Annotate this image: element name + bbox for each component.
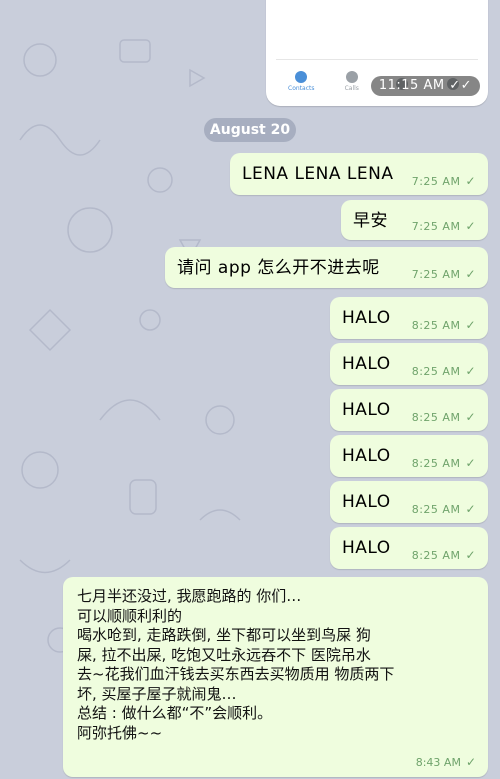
- message-line: 去~花我们血汗钱去买东西去买物质用 物质两下: [77, 665, 395, 683]
- message-time: 8:25 AM: [411, 319, 461, 332]
- check-icon: ✓: [465, 267, 476, 281]
- message-text: 早安: [353, 211, 388, 231]
- long-message-bubble[interactable]: 七月半还没过, 我愿跑路的 你们… 可以顺顺利利的 喝水呛到, 走路跌倒, 坐下…: [63, 577, 488, 777]
- message-bubble[interactable]: HALO 8:25 AM ✓: [330, 481, 488, 523]
- check-icon: ✓: [465, 410, 476, 424]
- phone-icon: [345, 71, 358, 83]
- check-icon: ✓: [465, 318, 476, 332]
- message-line: 坏, 买屋子屋子就闹鬼…: [77, 684, 237, 703]
- message-bubble[interactable]: LENA LENA LENA 7:25 AM ✓: [230, 153, 488, 195]
- check-icon: ✓: [465, 548, 476, 562]
- check-icon: ✓: [465, 755, 476, 769]
- message-time: 8:25 AM: [411, 503, 461, 516]
- message-time: 7:25 AM: [411, 175, 461, 188]
- date-separator: August 20: [204, 118, 296, 142]
- message-line: 可以顺顺利利的: [77, 606, 183, 625]
- message-time: 8:43 AM: [415, 756, 461, 769]
- message-line: 喝水呛到, 走路跌倒, 坐下都可以坐到鸟屎 狗: [77, 626, 371, 644]
- message-time: 8:25 AM: [411, 549, 461, 562]
- long-message-text: 七月半还没过, 我愿跑路的 你们… 可以顺顺利利的 喝水呛到, 走路跌倒, 坐下…: [77, 587, 478, 743]
- forwarded-screenshot-image[interactable]: Contacts Calls 11:15 AM ✓✓: [266, 0, 488, 106]
- message-text: HALO: [342, 538, 391, 558]
- message-line: 总结 : 做什么都“不”会顺利。: [77, 704, 273, 722]
- message-bubble[interactable]: HALO 8:25 AM ✓: [330, 527, 488, 569]
- message-time: 7:25 AM: [411, 220, 461, 233]
- message-text: LENA LENA LENA: [242, 164, 394, 184]
- check-icon: ✓: [465, 364, 476, 378]
- check-icon: ✓: [465, 456, 476, 470]
- message-line: 阿弥托佛~~: [77, 723, 163, 742]
- message-text: HALO: [342, 492, 391, 512]
- message-text: HALO: [342, 308, 391, 328]
- message-text: HALO: [342, 400, 391, 420]
- message-text: 请问 app 怎么开不进去呢: [177, 258, 380, 278]
- message-bubble[interactable]: HALO 8:25 AM ✓: [330, 435, 488, 477]
- message-bubble[interactable]: HALO 8:25 AM ✓: [330, 343, 488, 385]
- image-timestamp: 11:15 AM ✓✓: [370, 76, 480, 96]
- check-icon: ✓: [465, 219, 476, 233]
- message-time: 8:25 AM: [411, 365, 461, 378]
- tab-contacts: Contacts: [281, 71, 321, 92]
- message-bubble[interactable]: HALO 8:25 AM ✓: [330, 297, 488, 339]
- message-bubble[interactable]: 请问 app 怎么开不进去呢 7:25 AM ✓: [165, 247, 488, 288]
- double-check-icon: ✓✓: [449, 78, 472, 93]
- message-time: 8:25 AM: [411, 457, 461, 470]
- check-icon: ✓: [465, 174, 476, 188]
- message-time: 8:25 AM: [411, 411, 461, 424]
- message-text: HALO: [342, 354, 391, 374]
- tab-calls: Calls: [332, 71, 372, 92]
- message-line: 屎, 拉不出屎, 吃饱又吐永远吞不下 医院吊水: [77, 645, 371, 664]
- message-text: HALO: [342, 446, 391, 466]
- person-icon: [295, 71, 308, 83]
- message-time: 7:25 AM: [411, 268, 461, 281]
- message-bubble[interactable]: HALO 8:25 AM ✓: [330, 389, 488, 431]
- check-icon: ✓: [465, 502, 476, 516]
- message-line: 七月半还没过, 我愿跑路的 你们…: [77, 587, 302, 605]
- message-bubble[interactable]: 早安 7:25 AM ✓: [341, 200, 488, 240]
